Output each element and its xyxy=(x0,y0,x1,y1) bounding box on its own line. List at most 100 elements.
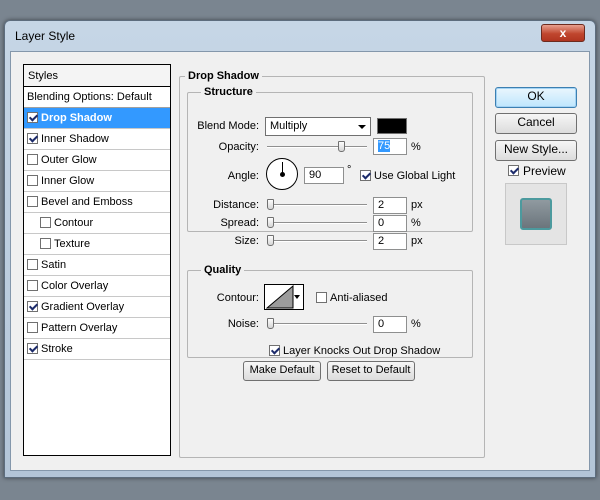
noise-unit: % xyxy=(411,318,421,330)
style-item-checkbox[interactable] xyxy=(27,301,38,312)
style-item-satin[interactable]: Satin xyxy=(24,255,170,276)
style-item-label: Bevel and Emboss xyxy=(41,196,133,208)
style-item-inner-glow[interactable]: Inner Glow xyxy=(24,171,170,192)
style-item-checkbox[interactable] xyxy=(27,280,38,291)
make-default-button[interactable]: Make Default xyxy=(243,361,321,381)
use-global-light-label: Use Global Light xyxy=(374,170,456,182)
layer-knocks-out-checkbox[interactable] xyxy=(269,345,280,356)
style-item-stroke[interactable]: Stroke xyxy=(24,339,170,360)
preview-label: Preview xyxy=(523,164,566,178)
distance-input[interactable]: 2 xyxy=(373,197,407,214)
style-item-color-overlay[interactable]: Color Overlay xyxy=(24,276,170,297)
structure-title: Structure xyxy=(201,86,256,98)
angle-dial-center xyxy=(280,172,285,177)
spread-input[interactable]: 0 xyxy=(373,215,407,232)
blending-options-item[interactable]: Blending Options: Default xyxy=(24,87,170,108)
size-slider-knob[interactable] xyxy=(267,235,274,246)
noise-slider-knob[interactable] xyxy=(267,318,274,329)
distance-slider-track[interactable] xyxy=(267,204,367,206)
style-item-checkbox[interactable] xyxy=(27,259,38,270)
spread-unit: % xyxy=(411,217,421,229)
opacity-input[interactable]: 75 xyxy=(373,138,407,155)
style-item-drop-shadow[interactable]: Drop Shadow xyxy=(24,108,170,129)
layer-style-dialog: Layer Style x Styles Blending Options: D… xyxy=(4,20,596,478)
styles-header[interactable]: Styles xyxy=(24,65,170,87)
blend-mode-select[interactable]: Multiply xyxy=(265,117,371,136)
style-item-bevel-and-emboss[interactable]: Bevel and Emboss xyxy=(24,192,170,213)
style-item-checkbox[interactable] xyxy=(27,175,38,186)
contour-label: Contour: xyxy=(216,292,259,304)
structure-group xyxy=(187,92,473,232)
spread-slider-knob[interactable] xyxy=(267,217,274,228)
angle-label: Angle: xyxy=(227,170,259,182)
anti-aliased-label: Anti-aliased xyxy=(330,292,388,304)
style-preview xyxy=(505,183,567,245)
style-item-label: Inner Shadow xyxy=(41,133,109,145)
style-item-checkbox[interactable] xyxy=(40,238,51,249)
opacity-value: 75 xyxy=(378,140,391,152)
quality-title: Quality xyxy=(201,264,245,276)
use-global-light-checkbox[interactable] xyxy=(360,170,371,181)
style-item-label: Texture xyxy=(54,238,91,250)
opacity-slider-knob[interactable] xyxy=(338,141,345,152)
new-style-button[interactable]: New Style... xyxy=(495,140,577,161)
style-item-label: Gradient Overlay xyxy=(41,301,125,313)
style-item-label: Pattern Overlay xyxy=(41,322,118,334)
style-item-checkbox[interactable] xyxy=(27,112,38,123)
style-item-checkbox[interactable] xyxy=(27,343,38,354)
dialog-title: Layer Style xyxy=(15,29,76,43)
style-item-label: Satin xyxy=(41,259,67,271)
style-item-checkbox[interactable] xyxy=(27,196,38,207)
noise-slider-track[interactable] xyxy=(267,323,367,325)
size-unit: px xyxy=(411,235,423,247)
contour-curve-icon xyxy=(266,285,294,309)
style-item-contour[interactable]: Contour xyxy=(24,213,170,234)
style-item-label: Contour xyxy=(54,217,94,229)
close-button[interactable]: x xyxy=(541,24,585,42)
style-item-label: Color Overlay xyxy=(41,280,109,292)
style-item-label: Stroke xyxy=(41,343,73,355)
noise-input[interactable]: 0 xyxy=(373,316,407,333)
angle-dial[interactable] xyxy=(266,158,298,190)
blend-mode-value: Multiply xyxy=(270,120,308,132)
distance-slider-knob[interactable] xyxy=(267,199,274,210)
angle-unit: ° xyxy=(347,164,352,176)
size-label: Size: xyxy=(234,235,259,247)
style-item-label: Drop Shadow xyxy=(41,112,112,124)
style-item-checkbox[interactable] xyxy=(27,154,38,165)
style-item-outer-glow[interactable]: Outer Glow xyxy=(24,150,170,171)
style-item-checkbox[interactable] xyxy=(27,133,38,144)
preview-swatch xyxy=(520,198,552,230)
style-item-gradient-overlay[interactable]: Gradient Overlay xyxy=(24,297,170,318)
blend-mode-label: Blend Mode: xyxy=(197,120,259,132)
size-input[interactable]: 2 xyxy=(373,233,407,250)
contour-picker[interactable] xyxy=(264,284,304,310)
anti-aliased-checkbox[interactable] xyxy=(316,292,327,303)
style-item-checkbox[interactable] xyxy=(40,217,51,228)
preview-checkbox[interactable] xyxy=(508,165,519,176)
chevron-down-icon xyxy=(358,125,366,129)
ok-button[interactable]: OK xyxy=(495,87,577,108)
angle-input[interactable]: 90 xyxy=(304,167,344,184)
style-item-inner-shadow[interactable]: Inner Shadow xyxy=(24,129,170,150)
spread-slider-track[interactable] xyxy=(267,222,367,224)
style-items: Drop Shadow Inner Shadow Outer Glow Inner G… xyxy=(24,108,170,360)
opacity-slider-track[interactable] xyxy=(267,146,367,148)
opacity-unit: % xyxy=(411,141,421,153)
reset-to-default-button[interactable]: Reset to Default xyxy=(327,361,415,381)
cancel-button[interactable]: Cancel xyxy=(495,113,577,134)
layer-knocks-out-label: Layer Knocks Out Drop Shadow xyxy=(283,345,441,357)
title-bar[interactable]: Layer Style x xyxy=(5,21,595,51)
size-slider-track[interactable] xyxy=(267,240,367,242)
opacity-label: Opacity: xyxy=(218,141,259,153)
chevron-down-icon xyxy=(294,295,300,299)
style-item-texture[interactable]: Texture xyxy=(24,234,170,255)
distance-label: Distance: xyxy=(213,199,259,211)
distance-unit: px xyxy=(411,199,423,211)
drop-shadow-title: Drop Shadow xyxy=(185,70,262,82)
dialog-client: Styles Blending Options: Default Drop Sh… xyxy=(10,51,590,471)
shadow-color-swatch[interactable] xyxy=(377,118,407,134)
styles-list: Styles Blending Options: Default Drop Sh… xyxy=(23,64,171,456)
style-item-pattern-overlay[interactable]: Pattern Overlay xyxy=(24,318,170,339)
style-item-checkbox[interactable] xyxy=(27,322,38,333)
